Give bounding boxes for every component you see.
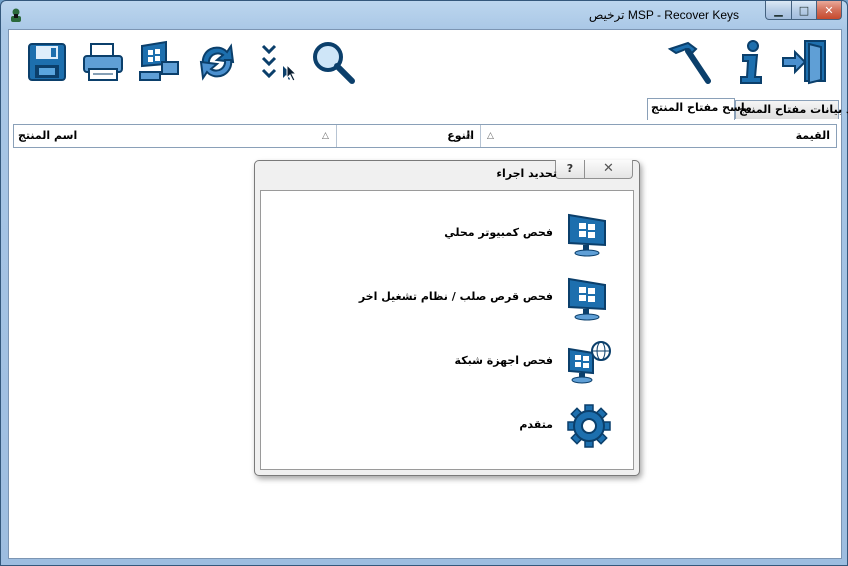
tab-key-scanner[interactable]: ماسح مفتاح المنتج <box>647 98 752 120</box>
dialog-options-panel: فحص كمبيوتر محلي فحص قرص صلب / نظام تشغي… <box>260 190 634 470</box>
dialog-caption-buttons: ? ✕ <box>555 160 633 179</box>
app-icon <box>11 8 21 22</box>
dialog-close-button[interactable]: ✕ <box>585 160 632 178</box>
column-header-product-name[interactable]: اسم المنتج △ <box>14 125 336 147</box>
gear-icon <box>567 404 611 448</box>
option-label: فحص قرص صلب / نظام تشغيل اخر <box>358 290 553 303</box>
local-computer-icon <box>568 213 606 257</box>
print-button[interactable] <box>79 38 127 86</box>
search-icon <box>313 42 355 84</box>
exit-door-icon <box>782 40 826 85</box>
option-scan-network-devices[interactable]: فحص اجهزة شبكة <box>261 339 633 387</box>
column-label: القيمة <box>795 129 830 142</box>
tools-button[interactable] <box>665 38 713 86</box>
app-window: ترخيص MSP - Recover Keys ▁ □ ✕ ماسح مفتا… <box>0 0 848 566</box>
save-icon <box>28 43 66 81</box>
hammer-icon <box>667 41 711 84</box>
search-button[interactable] <box>309 38 357 86</box>
title-bar[interactable]: ترخيص MSP - Recover Keys ▁ □ ✕ <box>1 1 847 29</box>
column-header-type[interactable]: النوع △ <box>336 125 480 147</box>
sort-triangle-icon: △ <box>465 131 472 141</box>
option-advanced[interactable]: متقدم <box>261 403 633 451</box>
option-scan-hard-disk[interactable]: فحص قرص صلب / نظام تشغيل اخر <box>261 275 633 323</box>
column-label: اسم المنتج <box>18 129 78 142</box>
print-icon <box>83 43 123 81</box>
dialog-title: تحديد اجراء <box>496 167 557 180</box>
hard-disk-os-icon <box>568 277 606 321</box>
checklist-icon <box>261 44 291 80</box>
sort-triangle-icon: △ <box>487 131 494 141</box>
sort-triangle-icon: △ <box>322 131 329 141</box>
option-label: فحص اجهزة شبكة <box>454 354 553 367</box>
help-button[interactable]: ? <box>556 160 585 178</box>
maximize-button[interactable]: □ <box>791 1 817 20</box>
network-devices-icon <box>568 341 611 384</box>
exit-button[interactable] <box>781 38 829 86</box>
refresh-button[interactable] <box>193 38 241 86</box>
results-grid[interactable]: القيمة △ النوع △ اسم المنتج △ <box>13 124 837 148</box>
close-button[interactable]: ✕ <box>816 1 842 20</box>
option-scan-local-computer[interactable]: فحص كمبيوتر محلي <box>261 211 633 259</box>
select-action-dialog: ? ✕ تحديد اجراء فحص كمبيوتر محلي فحص قرص… <box>254 160 640 476</box>
minimize-button[interactable]: ▁ <box>765 1 792 20</box>
save-button[interactable] <box>23 38 71 86</box>
window-title: ترخيص MSP - Recover Keys <box>588 8 739 22</box>
network-computer-icon <box>139 40 179 81</box>
column-header-value[interactable]: القيمة △ <box>480 125 836 147</box>
info-icon <box>740 40 762 84</box>
mouse-cursor-icon <box>286 64 298 82</box>
about-button[interactable] <box>727 38 775 86</box>
refresh-icon <box>199 43 235 81</box>
network-scan-button[interactable] <box>135 38 183 86</box>
option-label: متقدم <box>519 418 553 431</box>
option-label: فحص كمبيوتر محلي <box>444 226 553 239</box>
